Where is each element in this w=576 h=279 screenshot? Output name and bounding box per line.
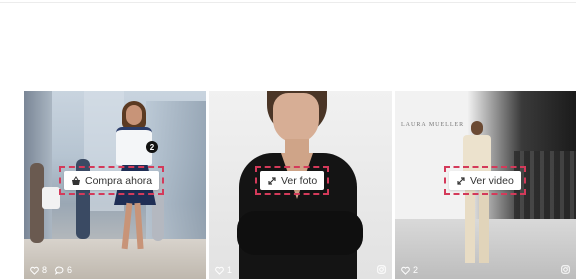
- highlight-frame: Compra ahora: [59, 166, 165, 195]
- heart-icon: [401, 266, 410, 275]
- post-stats: 8 6: [24, 261, 206, 279]
- likes-stat: 1: [215, 265, 232, 275]
- post-stats: 1: [209, 261, 392, 279]
- view-video-button[interactable]: Ver video: [449, 171, 521, 190]
- likes-count: 1: [227, 265, 233, 275]
- heart-icon: [30, 266, 39, 275]
- shop-now-button[interactable]: Compra ahora: [64, 171, 160, 190]
- likes-count: 2: [413, 265, 419, 275]
- likes-stat: 8: [30, 265, 47, 275]
- expand-icon: [268, 176, 276, 185]
- instagram-icon: [561, 265, 570, 274]
- shop-now-label: Compra ahora: [85, 174, 153, 187]
- brand-logo-text: LAURA MUELLER: [401, 122, 465, 128]
- likes-count: 8: [42, 265, 48, 275]
- expand-icon: [457, 176, 465, 185]
- heart-icon: [215, 266, 224, 275]
- basket-icon: [72, 175, 80, 185]
- instagram-icon: [377, 265, 386, 274]
- gallery-card-photo[interactable]: Ver foto 1: [209, 91, 392, 279]
- gallery-card-video[interactable]: LAURA MUELLER Ver video 2: [395, 91, 576, 279]
- product-count-badge: 2: [146, 141, 158, 153]
- highlight-frame: Ver video: [444, 166, 526, 195]
- gallery-card-shop[interactable]: 2 Compra ahora 8 6: [24, 91, 206, 279]
- top-divider: [0, 2, 576, 3]
- highlight-frame: Ver foto: [255, 166, 330, 195]
- comments-count: 6: [67, 265, 73, 275]
- view-video-label: Ver video: [470, 174, 514, 187]
- likes-stat: 2: [401, 265, 418, 275]
- view-photo-button[interactable]: Ver foto: [260, 171, 325, 190]
- comments-stat: 6: [55, 265, 72, 275]
- comment-icon: [55, 266, 64, 275]
- post-stats: 2: [395, 261, 576, 279]
- view-photo-label: Ver foto: [281, 174, 318, 187]
